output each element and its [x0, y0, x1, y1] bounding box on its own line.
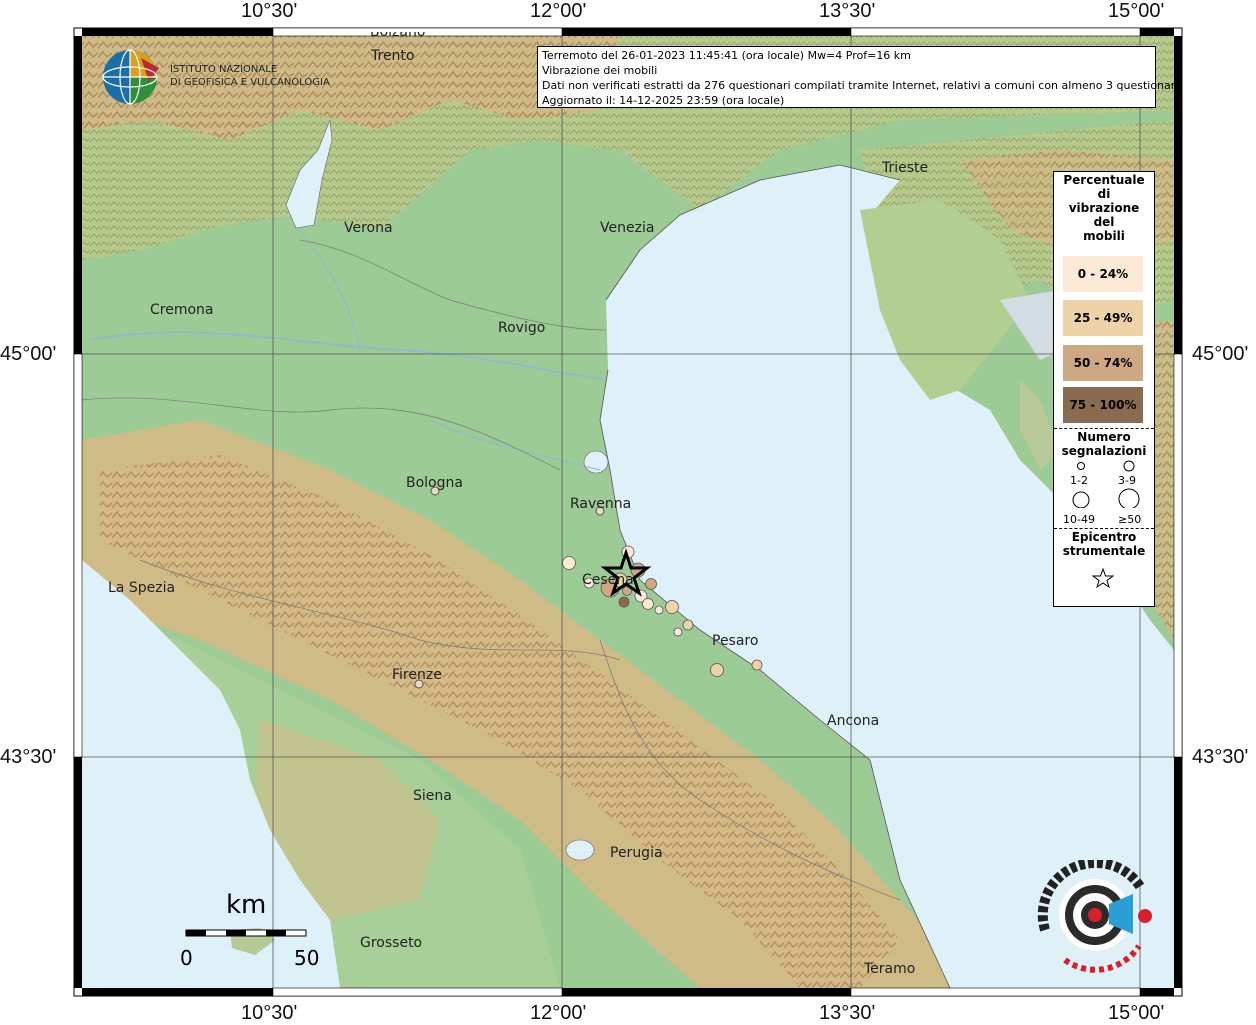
city-label-firenze: Firenze	[392, 667, 442, 683]
legend-count-3-9: 3-9	[1118, 474, 1136, 487]
city-label-grosseto: Grosseto	[360, 935, 423, 951]
ingv-line-1: ISTITUTO NAZIONALE	[170, 64, 278, 75]
legend-title-line-2: di	[1097, 187, 1111, 201]
legend-count-10-49: 10-49	[1063, 513, 1095, 526]
map-subject: Vibrazione dei mobili	[542, 64, 658, 77]
city-label-cremona: Cremona	[150, 302, 214, 318]
lon-label-top-1: 10°30'	[241, 0, 298, 22]
city-label-cesena: Cesena	[582, 572, 634, 588]
city-label-verona: Verona	[344, 220, 393, 236]
city-label-perugia: Perugia	[610, 845, 663, 861]
legend-count-title: Numero segnalazioni	[1054, 430, 1154, 458]
lon-label-bottom-3: 13°30'	[819, 1002, 876, 1024]
legend-class-50-74: 50 - 74%	[1063, 345, 1143, 381]
scale-unit: km	[226, 890, 267, 920]
legend-class-75-100: 75 - 100%	[1063, 387, 1143, 423]
lon-label-top-4: 15°00'	[1108, 0, 1165, 22]
ingv-logo-text: ISTITUTO NAZIONALE DI GEOFISICA E VULCAN…	[170, 63, 330, 89]
legend-epicenter-title: Epicentro strumentale	[1054, 530, 1154, 558]
city-label-venezia: Venezia	[600, 220, 655, 236]
city-label-ancona: Ancona	[827, 713, 880, 729]
legend-count-title-line-1: Numero	[1077, 430, 1131, 444]
legend-title: Percentuale di vibrazione del mobili	[1054, 173, 1154, 243]
lat-label-left-1: 45°00'	[0, 343, 57, 365]
lat-label-right-1: 45°00'	[1192, 343, 1249, 365]
legend-title-line-5: mobili	[1083, 229, 1125, 243]
city-label-trieste: Trieste	[882, 160, 929, 176]
legend-title-line-3: vibrazione	[1068, 201, 1140, 215]
legend-title-line-1: Percentuale	[1063, 173, 1145, 187]
lon-label-bottom-1: 10°30'	[241, 1002, 298, 1024]
lon-label-bottom-2: 12°00'	[530, 1002, 587, 1024]
legend-epicenter-star-icon	[1092, 568, 1114, 588]
legend-count-1-2: 1-2	[1070, 474, 1088, 487]
event-title: Terremoto del 26-01-2023 11:45:41 (ora l…	[542, 49, 911, 62]
update-time: Aggiornato il: 14-12-2025 23:59 (ora loc…	[542, 94, 785, 107]
legend-class-0-24: 0 - 24%	[1063, 256, 1143, 292]
lon-label-top-2: 12°00'	[530, 0, 587, 22]
lat-label-left-2: 43°30'	[0, 746, 57, 768]
city-label-trento: Trento	[371, 48, 415, 64]
event-info-box: Terremoto del 26-01-2023 11:45:41 (ora l…	[537, 46, 1182, 108]
ingv-line-2: DI GEOFISICA E VULCANOLOGIA	[170, 77, 330, 88]
legend-count-50: ≥50	[1118, 513, 1142, 526]
lat-label-right-2: 43°30'	[1192, 746, 1249, 768]
legend-count-title-line-2: segnalazioni	[1061, 444, 1147, 458]
lon-label-bottom-4: 15°00'	[1108, 1002, 1165, 1024]
city-label-bologna: Bologna	[406, 475, 463, 491]
legend: Percentuale di vibrazione del mobili 0 -…	[1053, 171, 1155, 607]
legend-divider-1	[1054, 428, 1154, 429]
legend-epicenter-title-line-1: Epicentro	[1071, 530, 1137, 544]
legend-divider-2	[1054, 528, 1154, 529]
scale-max: 50	[294, 946, 320, 970]
ingv-logo-icon	[102, 49, 159, 105]
city-label-pesaro: Pesaro	[712, 633, 759, 649]
scale-bar-graphic	[185, 929, 307, 937]
legend-title-line-4: del	[1093, 215, 1115, 229]
haisentito-logo-icon	[1037, 860, 1152, 973]
city-label-rovigo: Rovigo	[498, 320, 546, 336]
data-note: Dati non verificati estratti da 276 ques…	[542, 79, 1182, 92]
scale-zero: 0	[180, 946, 193, 970]
city-label-teramo: Teramo	[864, 961, 916, 977]
city-label-ravenna: Ravenna	[570, 496, 632, 512]
city-label-la-spezia: La Spezia	[108, 580, 176, 596]
legend-epicenter-title-line-2: strumentale	[1062, 544, 1146, 558]
lon-label-top-3: 13°30'	[819, 0, 876, 22]
legend-class-25-49: 25 - 49%	[1063, 300, 1143, 336]
legend-size-symbols	[1072, 460, 1140, 508]
city-label-siena: Siena	[413, 788, 452, 804]
